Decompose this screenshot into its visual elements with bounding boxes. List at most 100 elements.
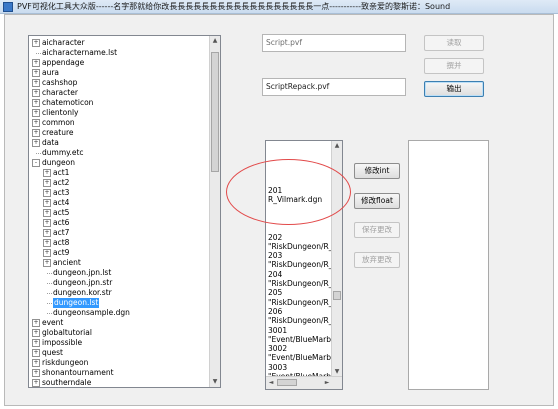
list-item[interactable]: "RiskDungeon/R_I xyxy=(268,298,335,307)
tree-item[interactable]: + act4 xyxy=(29,198,211,208)
list-scroll-up-icon[interactable]: ▲ xyxy=(332,141,342,151)
list-item[interactable]: 203 xyxy=(268,251,282,260)
output-panel[interactable] xyxy=(408,140,489,390)
tree-item[interactable]: + ancient xyxy=(29,258,211,268)
tree-item[interactable]: + appendage xyxy=(29,58,211,68)
tree-item[interactable]: + act1 xyxy=(29,168,211,178)
tree-item[interactable]: dungeon.jpn.lst xyxy=(29,268,211,278)
tree-item[interactable]: + act2 xyxy=(29,178,211,188)
tree-item[interactable]: aicharactername.lst xyxy=(29,48,211,58)
tree-item[interactable]: + riskdungeon xyxy=(29,358,211,368)
tree-item[interactable]: + aura xyxy=(29,68,211,78)
tree-item[interactable]: + data xyxy=(29,138,211,148)
list-item[interactable]: 206 xyxy=(268,307,282,316)
tree-item[interactable]: + event xyxy=(29,318,211,328)
expand-icon[interactable]: + xyxy=(32,69,40,77)
expand-icon[interactable]: + xyxy=(32,379,40,387)
tree-item[interactable]: + aicharacter xyxy=(29,38,211,48)
scroll-down-icon[interactable]: ▼ xyxy=(210,377,220,387)
tree-item[interactable]: dungeon.kor.str xyxy=(29,288,211,298)
expand-icon[interactable]: + xyxy=(32,79,40,87)
list-item[interactable]: 205 xyxy=(268,288,282,297)
expand-icon[interactable]: + xyxy=(43,199,51,207)
tree-vertical-scrollbar[interactable]: ▲ ▼ xyxy=(209,36,220,387)
expand-icon[interactable]: + xyxy=(32,359,40,367)
tree-item[interactable]: + cashshop xyxy=(29,78,211,88)
read-button[interactable]: 读取 xyxy=(424,35,484,51)
expand-icon[interactable]: + xyxy=(43,249,51,257)
expand-icon[interactable]: + xyxy=(43,239,51,247)
list-item[interactable]: "Event/BlueMarbl xyxy=(268,353,333,362)
expand-icon[interactable]: + xyxy=(32,89,40,97)
collapse-icon[interactable]: - xyxy=(32,159,40,167)
expand-icon[interactable]: + xyxy=(32,109,40,117)
tree-item[interactable]: - dungeon xyxy=(29,158,211,168)
script-path-input[interactable]: Script.pvf xyxy=(262,34,406,52)
tree-item[interactable]: + shonantournament xyxy=(29,368,211,378)
tree-item[interactable]: + globaltutorial xyxy=(29,328,211,338)
tree-item[interactable]: + act6 xyxy=(29,218,211,228)
list-scroll-thumb[interactable] xyxy=(333,291,341,300)
expand-icon[interactable]: + xyxy=(32,129,40,137)
expand-icon[interactable]: + xyxy=(32,59,40,67)
list-item[interactable]: "RiskDungeon/R_C xyxy=(268,279,338,288)
list-item[interactable]: "RiskDungeon/R_S xyxy=(268,242,337,251)
expand-icon[interactable]: + xyxy=(43,219,51,227)
expand-icon[interactable]: + xyxy=(32,349,40,357)
scroll-right-icon[interactable]: ► xyxy=(322,378,332,388)
tree-connector xyxy=(47,293,52,294)
merge-button[interactable]: 撰并 xyxy=(424,58,484,74)
list-item[interactable]: 3003 xyxy=(268,363,287,372)
list-item[interactable]: 3002 xyxy=(268,344,287,353)
list-item[interactable]: 3001 xyxy=(268,326,287,335)
expand-icon[interactable]: + xyxy=(43,209,51,217)
tree-scroll-thumb[interactable] xyxy=(211,52,219,172)
expand-icon[interactable]: + xyxy=(32,369,40,377)
scroll-up-icon[interactable]: ▲ xyxy=(210,36,220,46)
expand-icon[interactable]: + xyxy=(32,339,40,347)
expand-icon[interactable]: + xyxy=(32,329,40,337)
tree-item[interactable]: + common xyxy=(29,118,211,128)
expand-icon[interactable]: + xyxy=(43,259,51,267)
expand-icon[interactable]: + xyxy=(43,189,51,197)
discard-changes-button[interactable]: 放弃更改 xyxy=(354,252,400,268)
tree-item[interactable]: + southerndale xyxy=(29,378,211,387)
scroll-left-icon[interactable]: ◄ xyxy=(266,378,276,388)
expand-icon[interactable]: + xyxy=(32,119,40,127)
expand-icon[interactable]: + xyxy=(32,319,40,327)
tree-item[interactable]: + quest xyxy=(29,348,211,358)
list-item[interactable]: 204 xyxy=(268,270,282,279)
list-item[interactable]: "RiskDungeon/R_C xyxy=(268,316,338,325)
list-item[interactable]: "Event/BlueMarbl xyxy=(268,335,333,344)
tree-item[interactable]: + act9 xyxy=(29,248,211,258)
list-item[interactable]: 202 xyxy=(268,233,282,242)
expand-icon[interactable]: + xyxy=(43,179,51,187)
tree-item[interactable]: + chatemoticon xyxy=(29,98,211,108)
export-button[interactable]: 输出 xyxy=(424,81,484,97)
modify-int-button[interactable]: 修改int xyxy=(354,163,400,179)
tree-item[interactable]: + creature xyxy=(29,128,211,138)
expand-icon[interactable]: + xyxy=(43,169,51,177)
modify-float-button[interactable]: 修改float xyxy=(354,193,400,209)
file-tree[interactable]: + aicharacter aicharactername.lst + appendag… xyxy=(28,35,221,388)
repack-path-input[interactable]: ScriptRepack.pvf xyxy=(262,78,406,96)
list-hscroll-thumb[interactable] xyxy=(277,379,297,386)
tree-item[interactable]: dungeon.jpn.str xyxy=(29,278,211,288)
expand-icon[interactable]: + xyxy=(32,99,40,107)
tree-item[interactable]: + clientonly xyxy=(29,108,211,118)
tree-item[interactable]: + act7 xyxy=(29,228,211,238)
tree-item[interactable]: dummy.etc xyxy=(29,148,211,158)
list-item[interactable]: "RiskDungeon/R_I xyxy=(268,260,335,269)
tree-item[interactable]: + character xyxy=(29,88,211,98)
save-changes-button[interactable]: 保存更改 xyxy=(354,222,400,238)
expand-icon[interactable]: + xyxy=(32,139,40,147)
tree-item[interactable]: dungeon.lst xyxy=(29,298,211,308)
tree-item[interactable]: + act5 xyxy=(29,208,211,218)
list-horizontal-scrollbar[interactable]: ◄ ► xyxy=(266,376,342,389)
expand-icon[interactable]: + xyxy=(43,229,51,237)
tree-item[interactable]: + act3 xyxy=(29,188,211,198)
tree-item[interactable]: + act8 xyxy=(29,238,211,248)
tree-item[interactable]: + impossible xyxy=(29,338,211,348)
expand-icon[interactable]: + xyxy=(32,39,40,47)
tree-item[interactable]: dungeonsample.dgn xyxy=(29,308,211,318)
